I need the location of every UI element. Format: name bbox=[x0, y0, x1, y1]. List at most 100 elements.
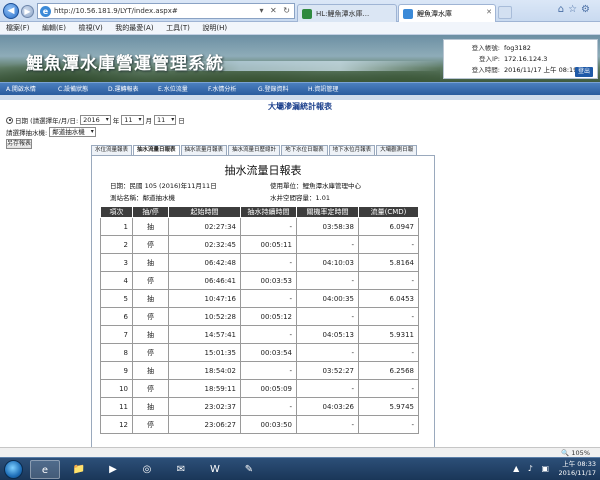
start-button[interactable] bbox=[4, 460, 23, 479]
month-select[interactable]: 11 bbox=[121, 115, 144, 125]
pump-select[interactable]: 鄰道抽水機 bbox=[49, 127, 96, 137]
menu-help[interactable]: 說明(H) bbox=[202, 22, 227, 35]
address-bar[interactable]: e http://10.56.181.9/LYT/index.aspx# ▾ ✕… bbox=[37, 3, 295, 19]
table-cell: - bbox=[358, 235, 419, 254]
refresh-icon[interactable]: ▾ ✕ ↻ bbox=[259, 6, 292, 15]
table-cell: 抽 bbox=[132, 217, 169, 236]
tray-clock[interactable]: 上午 08:33 2016/11/17 bbox=[559, 460, 596, 478]
forward-button[interactable]: ▶ bbox=[21, 5, 34, 18]
menu-edit[interactable]: 編輯(E) bbox=[42, 22, 66, 35]
tab-other[interactable]: HL:鯉魚潭水庫... bbox=[297, 4, 397, 22]
table-cell: 1 bbox=[100, 217, 133, 236]
tab-active[interactable]: 鯉魚潭水庫 ✕ bbox=[398, 4, 496, 22]
tab-label: HL:鯉魚潭水庫... bbox=[316, 10, 370, 18]
menu-bar: 檔案(F) 編輯(E) 檢視(V) 我的最愛(A) 工具(T) 說明(H) bbox=[0, 22, 600, 35]
day-unit: 日 bbox=[178, 117, 185, 125]
table-cell: 5.8164 bbox=[358, 253, 419, 272]
table-cell: 4 bbox=[100, 271, 133, 290]
table-cell: 10:52:28 bbox=[168, 307, 241, 326]
table-cell: - bbox=[358, 415, 419, 434]
ip-value: 172.16.124.3 bbox=[504, 55, 548, 63]
table-cell: 停 bbox=[132, 235, 169, 254]
table-row: 11 抽 23:02:37-04:03:26 5.9745 bbox=[100, 397, 419, 416]
table-cell: 00:05:09 bbox=[240, 379, 297, 398]
table-cell: 00:05:11 bbox=[240, 235, 297, 254]
table-cell: 15:01:35 bbox=[168, 343, 241, 362]
clock-time: 上午 08:33 bbox=[562, 460, 596, 468]
table-row: 9 抽 18:54:02-03:52:27 6.2568 bbox=[100, 361, 419, 380]
browser-tool-icons[interactable]: ⌂☆⚙ bbox=[558, 4, 594, 15]
date-radio[interactable] bbox=[6, 116, 13, 124]
menu-tools[interactable]: 工具(T) bbox=[166, 22, 190, 35]
table-cell: 3 bbox=[100, 253, 133, 272]
col-flow: 流量(CMD) bbox=[358, 206, 419, 218]
report-panel: 抽水流量日報表 日期：民國 105 (2016)年11月11日 測站名稱：鄰道抽… bbox=[91, 155, 435, 457]
chrome-taskbar-icon[interactable]: ◎ bbox=[132, 460, 162, 479]
col-duration: 抽水持續時間 bbox=[240, 206, 297, 218]
report-capacity: 水井空間容量：1.01 bbox=[270, 194, 330, 202]
date-label: 日期 (請選擇年/月/日: bbox=[15, 117, 79, 125]
report-date: 日期：民國 105 (2016)年11月11日 bbox=[110, 182, 217, 190]
zoom-value: 105% bbox=[571, 449, 590, 457]
tab-favicon-icon bbox=[403, 9, 413, 19]
site-title: 鯉魚潭水庫營運管理系統 bbox=[26, 54, 224, 74]
menu-view[interactable]: 檢視(V) bbox=[78, 22, 102, 35]
tab-close-icon[interactable]: ✕ bbox=[486, 8, 492, 16]
login-time-label: 登入時間: bbox=[471, 66, 500, 74]
tab-groundwater-daily[interactable]: 地下水位日報表 bbox=[281, 145, 328, 155]
report-unit: 使用單位：鯉魚潭水庫管理中心 bbox=[270, 182, 361, 190]
main-nav: A.開啟水情 C.設備狀態 D.運轉報表 E.水位流量 F.水情分析 G.登錄資… bbox=[0, 82, 600, 95]
tab-pump-daily[interactable]: 抽水流量日報表 bbox=[133, 145, 180, 155]
tray-icons[interactable]: ▲ ♪ ▣ bbox=[513, 464, 552, 473]
year-unit: 年 bbox=[112, 117, 120, 125]
table-cell: - bbox=[240, 361, 297, 380]
tab-pump-monthly[interactable]: 抽水流量月報表 bbox=[180, 145, 228, 155]
table-cell: 04:10:03 bbox=[296, 253, 359, 272]
table-row: 1 抽 02:27:34-03:58:38 6.0947 bbox=[100, 217, 419, 236]
tab-label: 鯉魚潭水庫 bbox=[417, 10, 452, 18]
table-cell: 18:54:02 bbox=[168, 361, 241, 380]
table-cell: - bbox=[296, 235, 359, 254]
new-tab-button[interactable] bbox=[498, 6, 512, 19]
tab-groundwater-monthly[interactable]: 地下水位月報表 bbox=[328, 145, 376, 155]
word-taskbar-icon[interactable]: W bbox=[200, 460, 230, 479]
table-cell: 6.2568 bbox=[358, 361, 419, 380]
save-report-button[interactable]: 另存報表 bbox=[6, 139, 32, 149]
tab-dam-daily[interactable]: 大壩觀測日報 bbox=[376, 145, 418, 155]
table-cell: 停 bbox=[132, 415, 169, 434]
windows-taskbar: e 📁 ▶ ◎ ✉ W ✎ ▲ ♪ ▣ 上午 08:33 2016/11/17 bbox=[0, 457, 600, 480]
report-title: 抽水流量日報表 bbox=[224, 164, 302, 177]
ie-taskbar-icon[interactable]: e bbox=[30, 460, 60, 479]
logout-button[interactable]: 登出 bbox=[575, 67, 593, 77]
explorer-taskbar-icon[interactable]: 📁 bbox=[64, 460, 94, 479]
tab-level-flow[interactable]: 水位流量報表 bbox=[91, 145, 133, 155]
table-cell: - bbox=[296, 379, 359, 398]
report-tabs: 水位流量報表 抽水流量日報表 抽水流量月報表 抽水流量日歷總計 地下水位日報表 … bbox=[91, 145, 418, 155]
table-cell: 02:27:34 bbox=[168, 217, 241, 236]
table-cell: 23:02:37 bbox=[168, 397, 241, 416]
ip-label: 登入IP: bbox=[478, 55, 500, 63]
day-select[interactable]: 11 bbox=[154, 115, 177, 125]
tab-pump-calendar[interactable]: 抽水流量日歷總計 bbox=[228, 145, 281, 155]
table-row: 8 停 15:01:35 00:03:54- - bbox=[100, 343, 419, 362]
app-taskbar-icon[interactable]: ✉ bbox=[166, 460, 196, 479]
year-select[interactable]: 2016 bbox=[80, 115, 111, 125]
pump-selector-row: 請選擇抽水機: 鄰道抽水機 bbox=[6, 127, 98, 137]
media-taskbar-icon[interactable]: ▶ bbox=[98, 460, 128, 479]
paint-taskbar-icon[interactable]: ✎ bbox=[234, 460, 264, 479]
account-value: fog3182 bbox=[504, 44, 531, 52]
menu-file[interactable]: 檔案(F) bbox=[6, 22, 30, 35]
report-station: 測站名稱：鄰道抽水機 bbox=[110, 194, 175, 202]
table-cell: - bbox=[296, 415, 359, 434]
ie-page-icon: e bbox=[40, 6, 51, 17]
table-cell: - bbox=[296, 307, 359, 326]
table-cell: - bbox=[358, 307, 419, 326]
table-cell: 06:46:41 bbox=[168, 271, 241, 290]
table-row: 6 停 10:52:28 00:05:12- - bbox=[100, 307, 419, 326]
menu-favorites[interactable]: 我的最愛(A) bbox=[115, 22, 153, 35]
table-cell: 02:32:45 bbox=[168, 235, 241, 254]
table-cell: - bbox=[358, 379, 419, 398]
table-cell: 5 bbox=[100, 289, 133, 308]
back-button[interactable]: ◀ bbox=[3, 3, 19, 19]
table-header-row: 項次 抽/停 起始時間 抽水持續時間 關機率定時間 流量(CMD) bbox=[100, 206, 419, 218]
